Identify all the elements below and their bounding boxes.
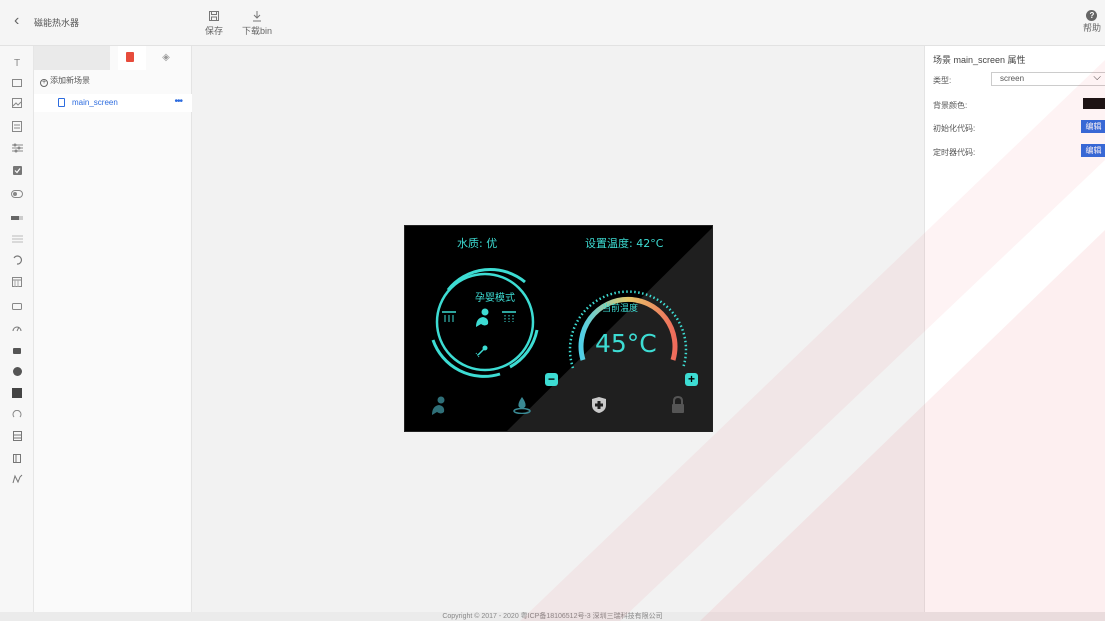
download-label: 下载bin bbox=[242, 26, 273, 36]
chevron-down-icon: ⌵ bbox=[1093, 72, 1101, 83]
shower-right-icon bbox=[502, 311, 516, 322]
mother-baby-icon bbox=[476, 308, 489, 327]
properties-title: 场景 main_screen 属性 bbox=[933, 55, 1026, 65]
image-button-icon[interactable] bbox=[0, 121, 34, 137]
mode-label: 孕婴模式 bbox=[475, 293, 515, 304]
progress-bar-icon[interactable] bbox=[0, 210, 34, 226]
bath-mode-icon[interactable] bbox=[429, 396, 447, 416]
app-title: 磁能热水器 bbox=[34, 18, 80, 28]
timer-code-label: 定时器代码: bbox=[933, 148, 976, 157]
footer-copyright: Copyright © 2017 - 2020 粤ICP备18106512号-3… bbox=[0, 612, 1105, 621]
dropdown-icon[interactable] bbox=[0, 453, 34, 469]
save-label: 保存 bbox=[205, 26, 224, 36]
help-icon: ? bbox=[1086, 10, 1098, 21]
edit-timer-code-button[interactable]: 编辑 bbox=[1081, 144, 1105, 157]
water-drop-icon[interactable] bbox=[512, 396, 532, 414]
bg-color-label: 背景颜色: bbox=[933, 101, 968, 110]
widget-toolbox: T bbox=[0, 46, 34, 612]
scene-panel-tabs: ◈ bbox=[34, 46, 192, 70]
checkbox-icon[interactable] bbox=[0, 165, 34, 181]
temp-decrease-button[interactable]: − bbox=[545, 373, 558, 386]
top-toolbar: ‹ 磁能热水器 保存 下载bin ? 帮助 bbox=[0, 0, 1105, 46]
current-temp-label: 当前温度 bbox=[602, 304, 639, 314]
tab-scenes[interactable] bbox=[118, 46, 146, 70]
type-label: 类型: bbox=[933, 76, 952, 85]
textarea-icon[interactable] bbox=[0, 431, 34, 447]
layers-icon: ◈ bbox=[162, 52, 170, 63]
label-icon[interactable] bbox=[0, 300, 34, 316]
calendar-icon[interactable] bbox=[0, 277, 34, 293]
shield-icon[interactable] bbox=[591, 396, 607, 414]
type-select[interactable]: screen ⌵ bbox=[991, 72, 1105, 86]
help-button[interactable]: ? 帮助 bbox=[1083, 10, 1101, 34]
properties-panel: 场景 main_screen 属性 类型: screen ⌵ 背景颜色: 初始化… bbox=[924, 46, 1105, 612]
page-icon bbox=[126, 52, 134, 62]
save-icon bbox=[205, 10, 223, 24]
line-icon[interactable] bbox=[0, 474, 34, 490]
back-icon[interactable]: ‹ bbox=[14, 12, 19, 30]
type-value: screen bbox=[1000, 74, 1025, 83]
led-icon[interactable] bbox=[0, 366, 34, 382]
device-screen-preview[interactable]: 孕婴模式 当前温度 45°C − + 水质: 优 设置温度: 42°C bbox=[404, 225, 713, 432]
button-icon[interactable] bbox=[0, 77, 34, 93]
bar-icon[interactable] bbox=[0, 344, 34, 360]
set-temperature-label: 设置温度: 42°C bbox=[585, 237, 664, 250]
shower-head-icon bbox=[475, 345, 488, 358]
image-icon[interactable] bbox=[0, 98, 34, 114]
gauge-icon[interactable] bbox=[0, 322, 34, 338]
list-icon[interactable] bbox=[0, 233, 34, 249]
bg-color-swatch[interactable] bbox=[1083, 98, 1105, 109]
scene-item-main-screen[interactable]: main_screen ••• bbox=[34, 94, 192, 112]
edit-init-code-button[interactable]: 编辑 bbox=[1081, 120, 1105, 133]
init-code-label: 初始化代码: bbox=[933, 124, 976, 133]
more-options-icon[interactable]: ••• bbox=[174, 96, 182, 107]
arc-icon[interactable] bbox=[0, 255, 34, 271]
lock-icon[interactable] bbox=[670, 396, 686, 414]
container-icon[interactable] bbox=[0, 388, 34, 404]
download-icon bbox=[242, 10, 272, 24]
current-temp-value: 45°C bbox=[595, 329, 657, 358]
add-scene-label: 添加新场景 bbox=[50, 76, 90, 85]
switch-icon[interactable] bbox=[0, 188, 34, 204]
temperature-gauge bbox=[568, 290, 688, 369]
save-button[interactable]: 保存 bbox=[205, 10, 223, 37]
temp-increase-button[interactable]: + bbox=[685, 373, 698, 386]
document-icon bbox=[58, 98, 65, 107]
shower-left-icon bbox=[442, 311, 456, 322]
scene-name: main_screen bbox=[72, 98, 118, 107]
tab-layers[interactable]: ◈ bbox=[152, 46, 180, 70]
add-circle-icon: + bbox=[40, 79, 48, 87]
text-icon[interactable]: T bbox=[0, 56, 34, 72]
spinner-icon[interactable] bbox=[0, 409, 34, 426]
scene-panel: ◈ + 添加新场景 main_screen ••• bbox=[34, 46, 192, 612]
slider-icon[interactable] bbox=[0, 143, 34, 159]
download-bin-button[interactable]: 下载bin bbox=[242, 10, 272, 37]
scene-panel-header bbox=[34, 46, 110, 70]
water-quality-label: 水质: 优 bbox=[457, 237, 498, 250]
add-scene-button[interactable]: + 添加新场景 bbox=[40, 75, 90, 87]
help-label: 帮助 bbox=[1082, 23, 1101, 33]
